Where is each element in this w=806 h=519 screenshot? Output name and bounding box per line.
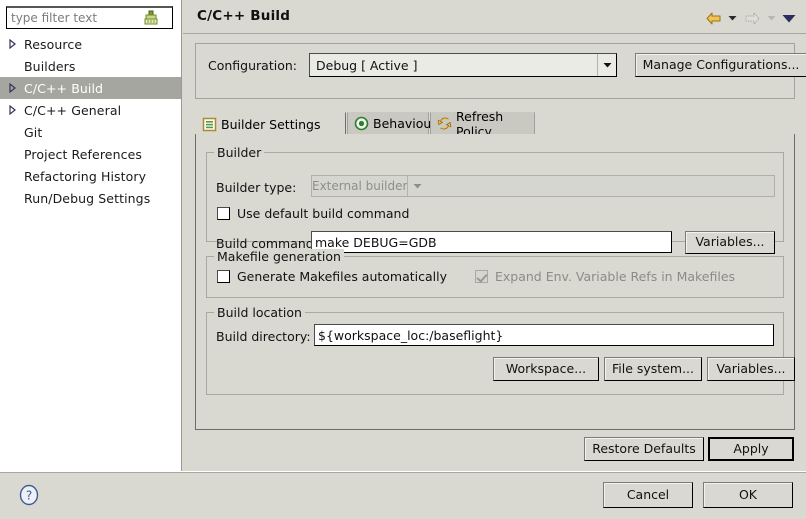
behaviour-target-icon	[354, 116, 369, 131]
sidebar-item-refactoring-history[interactable]: Refactoring History	[0, 165, 181, 187]
generate-makefiles-checkbox[interactable]: Generate Makefiles automatically	[217, 269, 447, 284]
view-menu-chevron-down-icon[interactable]	[780, 10, 798, 26]
configuration-group: Configuration: Debug [ Active ] Manage C…	[195, 43, 806, 99]
chevron-down-icon	[407, 176, 426, 196]
ok-button[interactable]: OK	[703, 482, 793, 508]
title-divider	[183, 33, 806, 34]
svg-text:?: ?	[26, 489, 32, 503]
checkbox-box	[475, 270, 488, 283]
checkbox-box[interactable]	[217, 207, 230, 220]
help-question-icon[interactable]: ?	[18, 484, 40, 506]
back-history-chevron-down-icon[interactable]	[726, 10, 739, 26]
sidebar-item-resource[interactable]: Resource	[0, 33, 181, 55]
expand-triangle-icon[interactable]	[0, 77, 24, 99]
sidebar-item-cpp-build[interactable]: C/C++ Build	[0, 77, 181, 99]
cancel-button[interactable]: Cancel	[603, 482, 693, 508]
expand-triangle-icon[interactable]	[0, 99, 24, 121]
build-directory-input[interactable]	[314, 324, 774, 346]
filter-input[interactable]	[7, 8, 141, 28]
clear-filter-broom-icon[interactable]	[141, 9, 161, 28]
sidebar-item-label: Builders	[24, 58, 76, 74]
checkbox-label: Generate Makefiles automatically	[237, 269, 448, 284]
sidebar-item-label: C/C++ Build	[24, 80, 104, 96]
restore-defaults-button[interactable]: Restore Defaults	[584, 437, 704, 461]
page-navigation-toolbar	[702, 9, 798, 27]
configuration-combo[interactable]: Debug [ Active ]	[309, 53, 617, 77]
build-directory-variables-button[interactable]: Variables...	[707, 357, 795, 381]
file-system-button[interactable]: File system...	[604, 357, 702, 381]
tab-label: Builder Settings	[221, 116, 321, 132]
sidebar-item-label: Run/Debug Settings	[24, 190, 151, 206]
forward-arrow-icon	[741, 9, 763, 27]
checkbox-label: Expand Env. Variable Refs in Makefiles	[495, 269, 736, 284]
tab-label: Behaviour	[373, 116, 437, 131]
build-command-variables-button[interactable]: Variables...	[685, 231, 775, 254]
build-command-input[interactable]	[311, 231, 672, 253]
builder-group-legend: Builder	[214, 145, 265, 160]
expand-triangle-icon[interactable]	[0, 33, 24, 55]
builder-settings-icon	[202, 117, 217, 132]
back-arrow-icon[interactable]	[702, 9, 724, 27]
sidebar-item-run-debug-settings[interactable]: Run/Debug Settings	[0, 187, 181, 209]
settings-tree[interactable]: Resource Builders C/C++ Build C/C++ Gene…	[0, 33, 181, 209]
builder-settings-panel: Builder Builder type: External builder U…	[195, 134, 795, 430]
dialog-footer: ? Cancel OK	[0, 472, 806, 519]
builder-type-value: External builder	[312, 179, 408, 193]
filter-box[interactable]	[6, 6, 173, 29]
checkbox-label: Use default build command	[237, 206, 410, 221]
build-location-group: Build location Build directory: Workspac…	[206, 305, 795, 395]
settings-tree-panel: Resource Builders C/C++ Build C/C++ Gene…	[0, 0, 182, 471]
apply-button[interactable]: Apply	[708, 437, 794, 461]
forward-history-chevron-down-icon	[765, 10, 778, 26]
chevron-down-icon[interactable]	[597, 54, 616, 76]
makefile-group-legend: Makefile generation	[214, 249, 344, 264]
preferences-dialog: Resource Builders C/C++ Build C/C++ Gene…	[0, 0, 806, 519]
settings-page-panel: C/C++ Build Configuration: Debug [Activ…	[183, 0, 806, 471]
tab-refresh-policy[interactable]: Refresh Policy	[430, 109, 535, 139]
sidebar-item-label: C/C++ General	[24, 102, 122, 118]
makefile-generation-group: Makefile generation Generate Makefiles a…	[206, 249, 784, 298]
sidebar-item-git[interactable]: Git	[0, 121, 181, 143]
sidebar-item-cpp-general[interactable]: C/C++ General	[0, 99, 181, 121]
workspace-button[interactable]: Workspace...	[493, 357, 599, 381]
page-title: C/C++ Build	[197, 8, 291, 24]
sidebar-item-label: Project References	[24, 146, 142, 162]
use-default-build-command-checkbox[interactable]: Use default build command	[217, 206, 409, 221]
sidebar-item-builders[interactable]: Builders	[0, 55, 181, 77]
builder-group: Builder Builder type: External builder U…	[206, 145, 784, 254]
tab-behaviour[interactable]: Behaviour	[347, 112, 436, 135]
builder-type-label: Builder type:	[216, 180, 297, 195]
manage-configurations-button[interactable]: Manage Configurations...	[635, 53, 806, 77]
expand-env-refs-checkbox: Expand Env. Variable Refs in Makefiles	[475, 269, 735, 284]
checkbox-box[interactable]	[217, 270, 230, 283]
build-directory-label: Build directory:	[216, 329, 311, 344]
sidebar-item-label: Refactoring History	[24, 168, 147, 184]
sidebar-item-project-references[interactable]: Project References	[0, 143, 181, 165]
refresh-arrows-icon	[437, 116, 452, 131]
sidebar-item-label: Git	[24, 124, 43, 140]
tab-builder-settings[interactable]: Builder Settings	[195, 112, 346, 135]
build-location-group-legend: Build location	[214, 305, 305, 320]
settings-tabstrip[interactable]: Builder Settings Behaviour Refresh Polic…	[195, 109, 795, 139]
configuration-selected-value: Debug [ Active ]	[316, 57, 418, 73]
sidebar-item-label: Resource	[24, 36, 83, 52]
builder-type-combo: External builder	[311, 175, 775, 197]
configuration-label: Configuration:	[208, 58, 297, 73]
